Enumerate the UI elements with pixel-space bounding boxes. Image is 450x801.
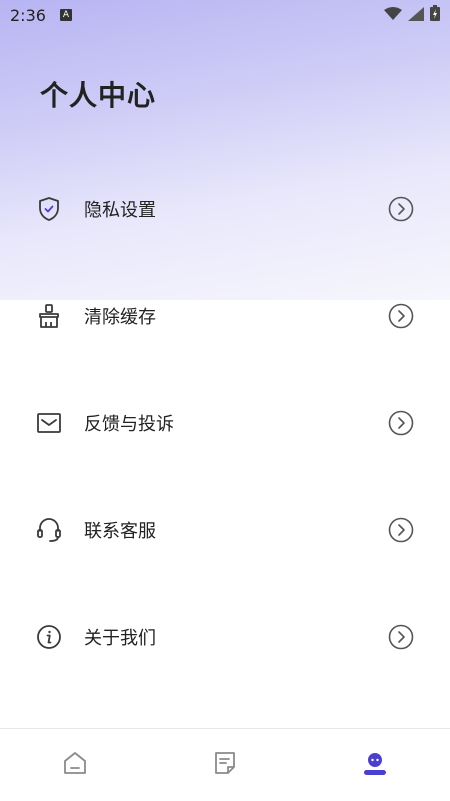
settings-menu: 隐私设置 清除缓存 反馈与投诉 联系客服 关于我们 bbox=[0, 155, 450, 690]
menu-item-about-us[interactable]: 关于我们 bbox=[0, 583, 450, 690]
chevron-right-circle-icon[interactable] bbox=[388, 303, 414, 329]
menu-item-clear-cache[interactable]: 清除缓存 bbox=[0, 262, 450, 369]
wifi-icon bbox=[384, 6, 402, 25]
battery-charging-icon bbox=[430, 5, 440, 25]
menu-item-feedback[interactable]: 反馈与投诉 bbox=[0, 369, 450, 476]
menu-item-contact-support[interactable]: 联系客服 bbox=[0, 476, 450, 583]
status-bar: 2:36 A bbox=[0, 0, 450, 30]
home-icon bbox=[62, 750, 88, 780]
menu-item-label: 反馈与投诉 bbox=[84, 413, 174, 435]
chevron-right-circle-icon[interactable] bbox=[388, 624, 414, 650]
mail-icon bbox=[36, 410, 62, 436]
menu-item-privacy-settings[interactable]: 隐私设置 bbox=[0, 155, 450, 262]
notification-badge: A bbox=[59, 9, 72, 21]
tab-notes[interactable] bbox=[195, 735, 255, 795]
status-time: 2:36 bbox=[10, 5, 46, 25]
headset-icon bbox=[36, 517, 62, 543]
profile-icon bbox=[362, 750, 388, 780]
info-icon bbox=[36, 624, 62, 650]
bottom-tab-bar bbox=[0, 728, 450, 801]
chevron-right-circle-icon[interactable] bbox=[388, 517, 414, 543]
broom-icon bbox=[36, 303, 62, 329]
tab-profile[interactable] bbox=[345, 735, 405, 795]
menu-item-label: 关于我们 bbox=[84, 627, 156, 649]
menu-item-label: 隐私设置 bbox=[84, 199, 156, 221]
shield-check-icon bbox=[36, 196, 62, 222]
menu-item-label: 联系客服 bbox=[84, 520, 156, 542]
chevron-right-circle-icon[interactable] bbox=[388, 410, 414, 436]
note-icon bbox=[213, 750, 237, 780]
menu-item-label: 清除缓存 bbox=[84, 306, 156, 328]
tab-home[interactable] bbox=[45, 735, 105, 795]
signal-icon bbox=[408, 6, 424, 25]
page-title: 个人中心 bbox=[40, 79, 157, 112]
chevron-right-circle-icon[interactable] bbox=[388, 196, 414, 222]
